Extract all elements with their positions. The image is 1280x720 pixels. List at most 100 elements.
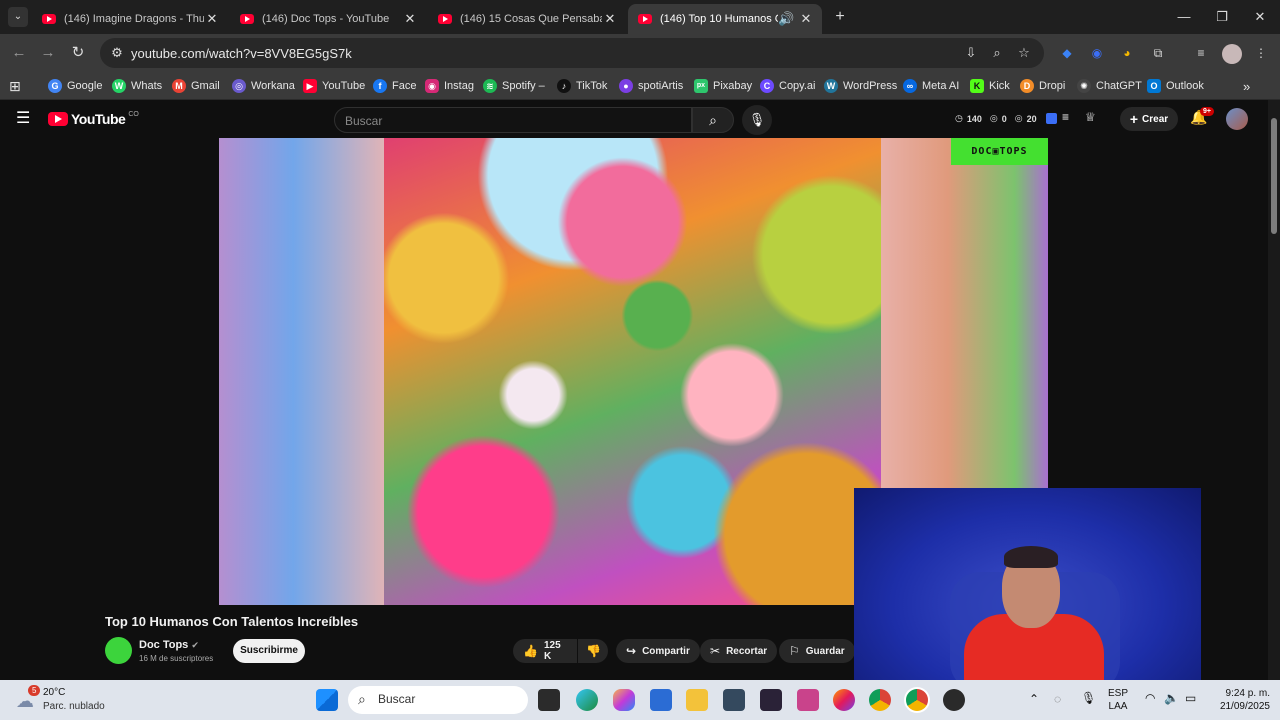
tab-close-icon[interactable]: ✕ <box>402 11 418 27</box>
tab-close-icon[interactable]: ✕ <box>204 11 220 27</box>
search-button[interactable]: ⌕ <box>692 107 734 133</box>
profile-avatar[interactable] <box>1222 44 1242 64</box>
tray-mic-icon[interactable]: 🎙 <box>1081 691 1096 705</box>
bookmark-kick[interactable]: K Kick <box>970 77 1010 95</box>
bookmark-youtube[interactable]: ▶ YouTube <box>303 77 365 95</box>
weather-widget[interactable]: ☁ 5 20°C Parc. nublado <box>14 685 124 715</box>
obs-record-icon[interactable] <box>943 689 965 711</box>
maximize-icon[interactable]: ❐ <box>1202 6 1242 28</box>
bookmark-spotiartis[interactable]: ● spotiArtis <box>619 77 683 95</box>
taskbar-search[interactable]: ⌕ Buscar <box>348 686 528 714</box>
tab-top-10-humanos[interactable]: (146) Top 10 Humanos Con 🔊 ✕ <box>628 4 822 34</box>
hamburger-menu-icon[interactable]: ☰ <box>16 110 34 128</box>
tab-imagine-dragons[interactable]: (146) Imagine Dragons - Thund ✕ <box>32 4 228 34</box>
show-hidden-icons[interactable]: ⌃ <box>1029 692 1039 706</box>
reload-icon[interactable]: ↻ <box>67 42 89 64</box>
extension-stats[interactable]: ◷ 140 ◎ 0 ◎ 20 <box>955 113 1037 124</box>
close-window-icon[interactable]: ✕ <box>1240 6 1280 28</box>
bookmark-pixabay[interactable]: px Pixabay <box>694 77 752 95</box>
share-button[interactable]: ↪ Compartir <box>616 639 700 663</box>
minimize-icon[interactable]: — <box>1164 6 1204 28</box>
extension-color-icon[interactable]: ◕ <box>1118 44 1136 62</box>
menu-kebab-icon[interactable]: ⋮ <box>1252 44 1270 62</box>
notifications-button[interactable]: 🔔 9+ <box>1190 107 1214 129</box>
scrollbar-thumb[interactable] <box>1271 118 1277 234</box>
apps-grid-icon[interactable]: ⊞ <box>9 77 21 95</box>
tab-close-icon[interactable]: ✕ <box>602 11 618 27</box>
bookmark-whats[interactable]: W Whats <box>112 77 162 95</box>
extension-tag-icon[interactable]: ◆ <box>1058 44 1076 62</box>
copilot-icon[interactable] <box>613 689 635 711</box>
app-dark-icon[interactable] <box>760 689 782 711</box>
bookmark-spotify[interactable]: ≋ Spotify – <box>483 77 545 95</box>
search-input[interactable]: Buscar <box>334 107 692 133</box>
app-hexagon-icon[interactable] <box>723 689 745 711</box>
tab-audio-icon[interactable]: 🔊 <box>778 11 794 27</box>
account-avatar[interactable] <box>1226 108 1248 130</box>
create-button[interactable]: + Crear <box>1120 107 1178 131</box>
tab-doc-tops[interactable]: (146) Doc Tops - YouTube ✕ <box>230 4 426 34</box>
award-icon[interactable]: ♕ <box>1085 110 1096 124</box>
bookmark-gmail[interactable]: M Gmail <box>172 77 220 95</box>
clip-button[interactable]: ✂ Recortar <box>700 639 778 663</box>
bookmark-workana[interactable]: ◎ Workana <box>232 77 295 95</box>
channel-name[interactable]: Doc Tops ✔ <box>139 639 199 651</box>
snipping-tool-icon[interactable] <box>797 689 819 711</box>
volume-icon[interactable]: 🔈 <box>1164 691 1179 705</box>
zoom-icon[interactable]: ⌕ <box>988 44 1006 62</box>
more-bookmarks-icon[interactable]: » <box>1243 77 1250 95</box>
youtube-logo[interactable]: YouTube CO <box>48 111 139 127</box>
firefox-icon[interactable] <box>833 689 855 711</box>
store-icon[interactable] <box>650 689 672 711</box>
clip-label: Recortar <box>726 645 768 657</box>
extensions-puzzle-icon[interactable]: ⧉ <box>1149 44 1167 62</box>
chrome-icon[interactable] <box>869 689 891 711</box>
url-text[interactable]: youtube.com/watch?v=8VV8EG5gS7k <box>131 46 352 61</box>
bookmark-dropi[interactable]: D Dropi <box>1020 77 1065 95</box>
edge-icon[interactable] <box>576 689 598 711</box>
list-icon[interactable]: ≡ <box>1062 110 1069 124</box>
channel-watermark[interactable]: DOC▣TOPS <box>951 138 1048 165</box>
language-indicator[interactable]: ESP LAA <box>1108 687 1128 713</box>
site-info-icon[interactable]: ⚙ <box>108 44 126 62</box>
forward-icon[interactable]: → <box>37 42 59 64</box>
chrome-active-icon[interactable] <box>906 689 928 711</box>
tab-close-icon[interactable]: ✕ <box>798 11 814 27</box>
dislike-button[interactable]: 👎 <box>578 639 608 663</box>
bookmark-copyai[interactable]: C Copy.ai <box>760 77 815 95</box>
battery-icon[interactable]: ▭ <box>1185 691 1196 705</box>
media-control-icon[interactable]: ≡ <box>1192 44 1210 62</box>
voice-search-button[interactable]: 🎙 <box>742 105 772 135</box>
extension-blue-icon[interactable] <box>1046 113 1057 124</box>
extension-blue-icon[interactable]: ◉ <box>1088 44 1106 62</box>
address-bar[interactable]: ⚙ youtube.com/watch?v=8VV8EG5gS7k ⇩ ⌕ ☆ <box>100 38 1044 68</box>
google-icon: G <box>48 79 62 93</box>
bookmark-google[interactable]: G Google <box>48 77 102 95</box>
bookmark-outlook[interactable]: O Outlook <box>1147 77 1204 95</box>
bookmark-instag[interactable]: ◉ Instag <box>425 77 474 95</box>
bookmark-wordpress[interactable]: W WordPress <box>824 77 897 95</box>
install-app-icon[interactable]: ⇩ <box>962 44 980 62</box>
bookmark-star-icon[interactable]: ☆ <box>1015 44 1033 62</box>
bookmark-face[interactable]: f Face <box>373 77 416 95</box>
wifi-icon[interactable]: ◠ <box>1145 691 1155 705</box>
spotify-icon: ≋ <box>483 79 497 93</box>
bookmark-chatgpt[interactable]: ✺ ChatGPT <box>1077 77 1142 95</box>
tab-search-button[interactable]: ⌄ <box>8 7 28 27</box>
back-icon[interactable]: ← <box>8 42 30 64</box>
clock[interactable]: 9:24 p. m. 21/09/2025 <box>1208 687 1270 713</box>
bookmark-label: Google <box>67 80 103 92</box>
file-explorer-icon[interactable] <box>686 689 708 711</box>
subscribe-button[interactable]: Suscribirme <box>233 639 305 663</box>
tray-app-icon[interactable]: ◌ <box>1054 692 1061 706</box>
new-tab-button[interactable]: + <box>830 7 850 27</box>
channel-avatar[interactable] <box>105 637 132 664</box>
like-button[interactable]: 👍 125 K <box>513 639 577 663</box>
bookmark-meta-ai[interactable]: ∞ Meta AI <box>903 77 959 95</box>
tab-15-cosas[interactable]: (146) 15 Cosas Que Pensabas C ✕ <box>428 4 626 34</box>
windows-start-icon[interactable] <box>316 689 338 711</box>
save-button[interactable]: ⚐ Guardar <box>779 639 855 663</box>
bookmark-tiktok[interactable]: ♪ TikTok <box>557 77 607 95</box>
page-scrollbar[interactable] <box>1268 100 1280 680</box>
task-view-icon[interactable] <box>538 689 560 711</box>
